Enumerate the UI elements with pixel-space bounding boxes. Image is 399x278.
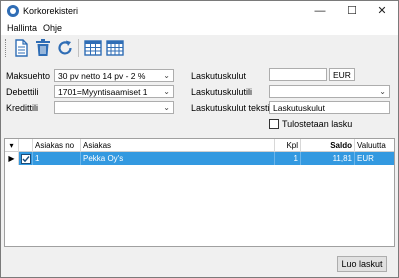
table-settings-icon[interactable] — [105, 38, 125, 58]
toolbar-grip[interactable] — [5, 39, 7, 57]
maximize-button[interactable]: ☐ — [337, 1, 367, 21]
kredittili-select[interactable]: ⌄ — [54, 101, 174, 114]
cell-saldo: 11,81 — [301, 152, 355, 165]
column-header-asiakas-no[interactable]: Asiakas no — [33, 139, 81, 152]
chevron-down-icon: ⌄ — [163, 87, 170, 96]
cell-valuutta: EUR — [357, 154, 374, 163]
app-icon — [7, 5, 19, 17]
column-header-valuutta[interactable]: Valuutta — [355, 139, 394, 152]
laskutuskulut-label: Laskutuskulut — [191, 71, 247, 81]
chevron-down-icon: ⌄ — [163, 103, 170, 112]
luo-laskut-button[interactable]: Luo laskut — [337, 256, 387, 272]
tulostetaan-lasku-label: Tulostetaan lasku — [282, 119, 353, 129]
grid-view-icon[interactable] — [83, 38, 103, 58]
column-header-saldo[interactable]: Saldo — [301, 139, 355, 152]
maksuehto-select[interactable]: 30 pv netto 14 pv - 2 % ⌄ — [54, 69, 174, 82]
debettili-select[interactable]: 1701=Myyntisaamiset 1 ⌄ — [54, 85, 174, 98]
maksuehto-value: 30 pv netto 14 pv - 2 % — [58, 71, 146, 81]
minimize-button[interactable]: — — [305, 1, 335, 21]
refresh-icon[interactable] — [55, 38, 75, 58]
column-header-asiakas[interactable]: Asiakas — [81, 139, 275, 152]
maksuehto-label: Maksuehto — [6, 71, 51, 81]
main-window: Korkorekisteri — ☐ ✕ Hallinta Ohje Maksu… — [0, 0, 399, 278]
laskutuskulut-teksti-input[interactable]: Laskutuskulut — [269, 101, 390, 114]
kredittili-label: Kredittili — [6, 103, 39, 113]
close-button[interactable]: ✕ — [367, 1, 397, 21]
laskutuskulutili-label: Laskutuskulutili — [191, 87, 253, 97]
column-header-kpl[interactable]: Kpl — [275, 139, 301, 152]
laskutuskulutili-select[interactable]: ⌄ — [269, 85, 390, 98]
laskutuskulut-input[interactable] — [269, 68, 327, 81]
grid-header: ▾ Asiakas no Asiakas Kpl Saldo Valuutta — [5, 139, 394, 152]
toolbar — [1, 35, 398, 61]
debettili-value: 1701=Myyntisaamiset 1 — [58, 87, 148, 97]
laskutuskulut-teksti-label: Laskutuskulut teksti — [191, 103, 270, 113]
title-bar[interactable]: Korkorekisteri — ☐ ✕ — [1, 1, 398, 21]
menu-ohje[interactable]: Ohje — [43, 23, 62, 33]
row-indicator: ▶ — [5, 152, 19, 165]
menu-bar: Hallinta Ohje — [1, 21, 398, 35]
toolbar-separator — [78, 39, 79, 57]
debettili-label: Debettili — [6, 87, 39, 97]
cell-asiakas-no: 1 — [33, 152, 81, 165]
cell-kpl: 1 — [275, 152, 301, 165]
column-header-check[interactable] — [19, 139, 33, 152]
window-title: Korkorekisteri — [23, 6, 79, 16]
trash-icon[interactable] — [33, 38, 53, 58]
tulostetaan-lasku-checkbox[interactable] — [269, 119, 279, 129]
menu-hallinta[interactable]: Hallinta — [7, 23, 37, 33]
row-checkbox[interactable] — [19, 152, 33, 165]
chevron-down-icon: ⌄ — [163, 71, 170, 80]
chevron-down-icon: ⌄ — [379, 87, 386, 96]
table-row[interactable]: ▶ 1 Pekka Oy's 1 11,81 EUR — [5, 152, 394, 165]
column-menu-icon[interactable]: ▾ — [5, 139, 19, 152]
customer-grid: ▾ Asiakas no Asiakas Kpl Saldo Valuutta … — [4, 138, 395, 247]
cell-asiakas: Pekka Oy's — [81, 152, 275, 165]
currency-field[interactable]: EUR — [329, 68, 355, 81]
new-document-icon[interactable] — [11, 38, 31, 58]
